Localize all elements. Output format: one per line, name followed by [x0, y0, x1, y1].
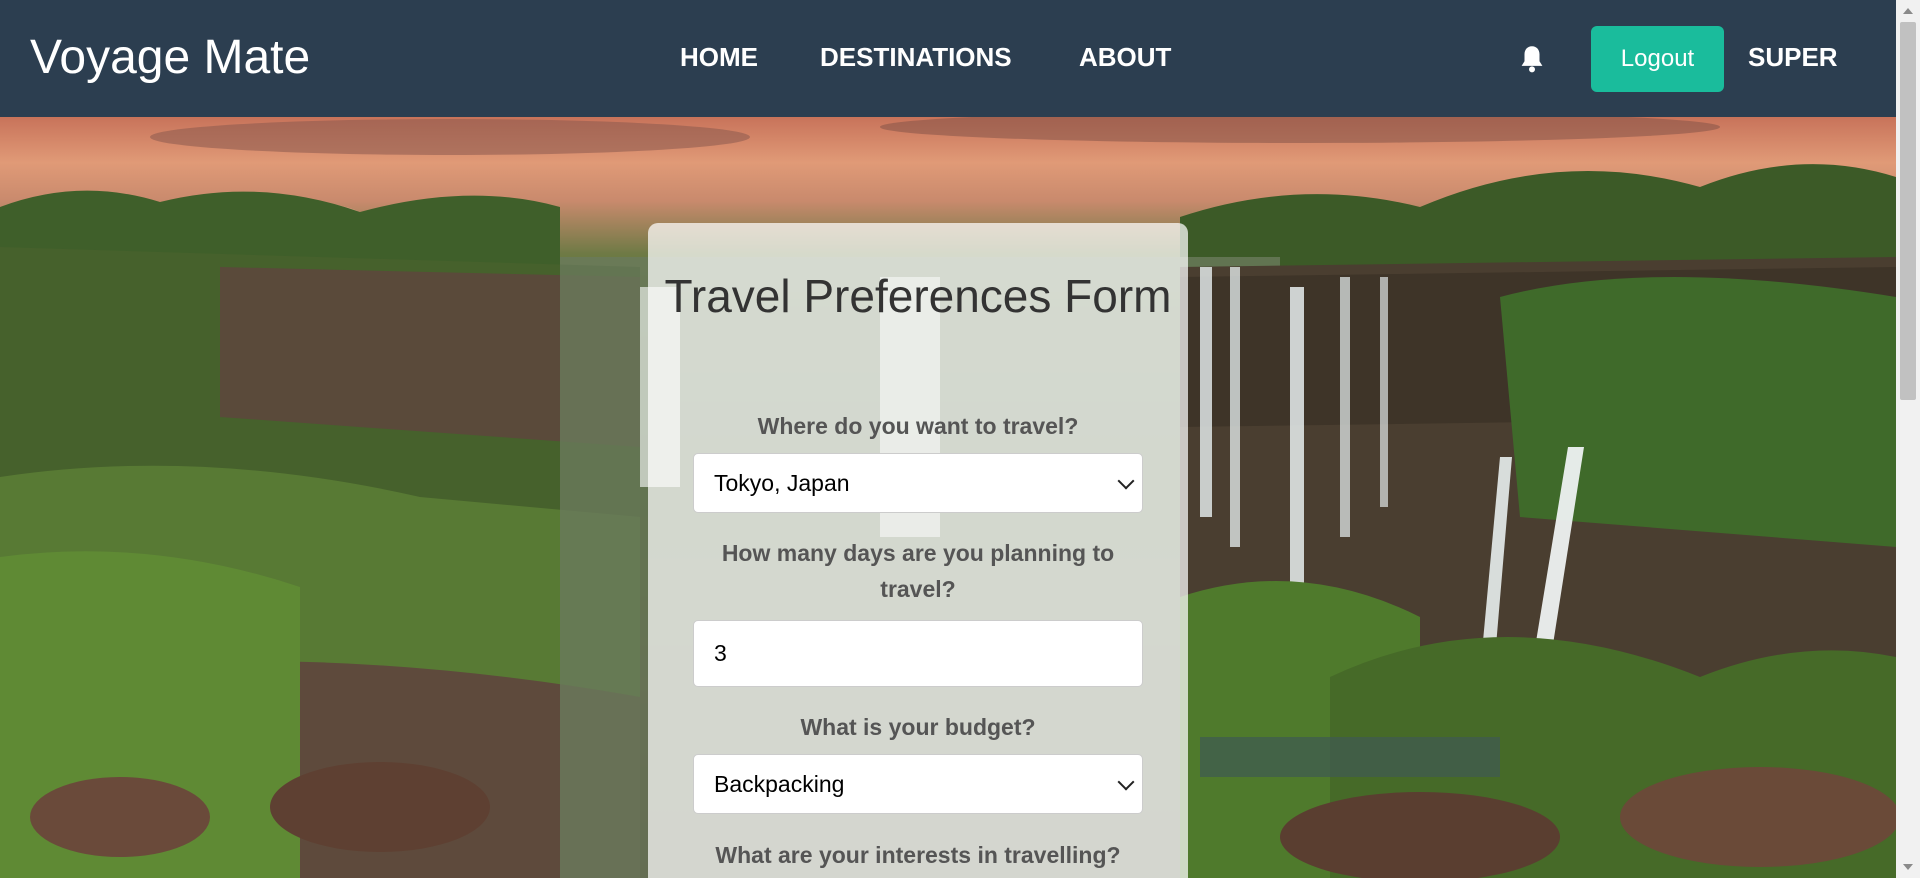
- page-scrollbar[interactable]: [1896, 0, 1920, 878]
- logout-button[interactable]: Logout: [1591, 26, 1724, 92]
- user-name[interactable]: SUPER: [1748, 40, 1838, 74]
- budget-select-value: Backpacking: [714, 771, 845, 797]
- scroll-up-arrow-icon[interactable]: [1903, 8, 1913, 14]
- chevron-down-icon: [1117, 773, 1135, 791]
- budget-select[interactable]: Backpacking: [693, 754, 1143, 814]
- top-navbar: Voyage Mate HOME DESTINATIONS ABOUT Logo…: [0, 0, 1896, 117]
- form-title: Travel Preferences Form: [664, 270, 1172, 322]
- days-label: How many days are you planning to travel…: [721, 540, 1115, 602]
- budget-label: What is your budget?: [800, 714, 1036, 740]
- nav-home[interactable]: HOME: [680, 40, 758, 74]
- destination-label: Where do you want to travel?: [757, 413, 1079, 439]
- scroll-down-arrow-icon[interactable]: [1903, 864, 1913, 870]
- travel-preferences-form: Travel Preferences Form Where do you wan…: [648, 223, 1188, 878]
- chevron-down-icon: [1117, 472, 1135, 490]
- nav-destinations[interactable]: DESTINATIONS: [820, 40, 1012, 74]
- brand-logo[interactable]: Voyage Mate: [30, 28, 310, 88]
- bell-icon[interactable]: [1518, 44, 1546, 74]
- destination-select[interactable]: Tokyo, Japan: [693, 453, 1143, 513]
- scrollbar-thumb[interactable]: [1900, 22, 1916, 400]
- nav-about[interactable]: ABOUT: [1079, 40, 1171, 74]
- days-input[interactable]: [693, 620, 1143, 687]
- interests-label: What are your interests in travelling?: [715, 842, 1121, 868]
- destination-select-value: Tokyo, Japan: [714, 470, 850, 496]
